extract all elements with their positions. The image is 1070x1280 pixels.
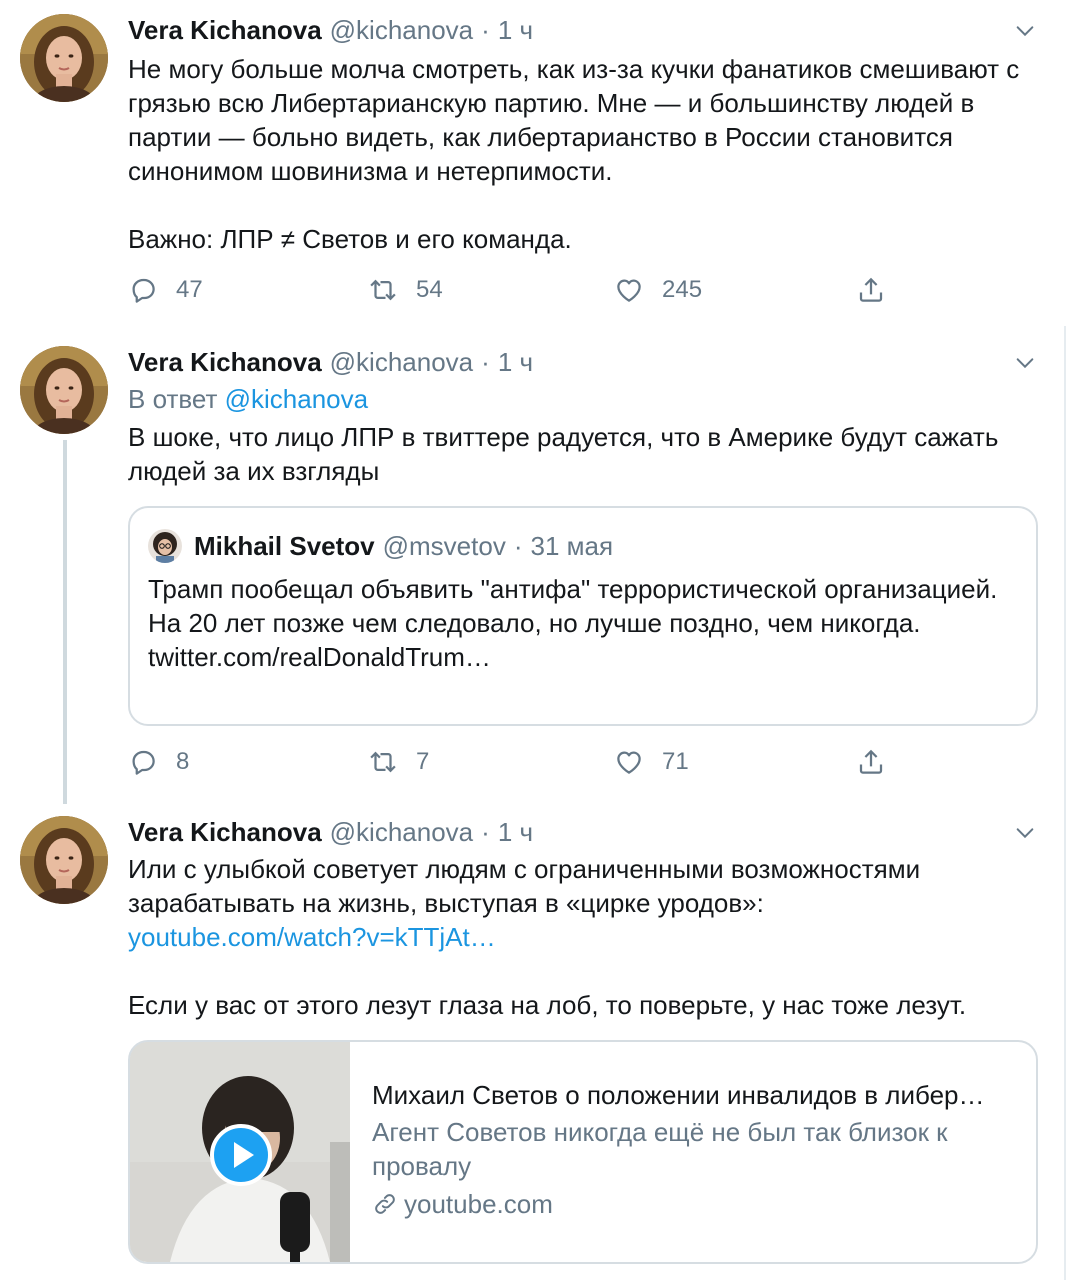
share-button[interactable] xyxy=(856,742,886,782)
card-title: Михаил Светов о положении инвалидов в ли… xyxy=(372,1080,985,1110)
reply-count: 8 xyxy=(176,748,190,775)
quote-author-handle[interactable]: @msvetov xyxy=(383,531,506,562)
share-icon xyxy=(856,275,886,305)
author-handle[interactable]: @kichanova xyxy=(330,347,473,378)
retweet-count: 7 xyxy=(416,748,430,775)
tweet-actions: 47 54 245 xyxy=(128,270,908,310)
quote-header: Mikhail Svetov @msvetov · 31 мая xyxy=(148,528,613,564)
separator: · xyxy=(481,816,490,847)
play-icon[interactable] xyxy=(210,1124,272,1186)
heart-icon xyxy=(614,275,644,305)
retweet-button[interactable]: 7 xyxy=(368,742,429,782)
retweet-icon xyxy=(368,747,398,777)
like-button[interactable]: 245 xyxy=(614,270,702,310)
reply-prefix: В ответ xyxy=(128,384,218,414)
tweet[interactable]: Vera Kichanova @kichanova · 1 ч Или с ул… xyxy=(0,802,1070,1280)
tweet-header: Vera Kichanova @kichanova · 1 ч xyxy=(128,344,533,380)
card-domain-text: youtube.com xyxy=(404,1189,553,1219)
card-domain: youtube.com xyxy=(372,1187,1022,1221)
card-description: Агент Советов никогда ещё не был так бли… xyxy=(372,1117,948,1181)
quote-body: Трамп пообещал объявить "антифа" террори… xyxy=(148,574,998,638)
timestamp[interactable]: 1 ч xyxy=(498,817,533,848)
thread-line xyxy=(63,440,67,804)
quote-author-name[interactable]: Mikhail Svetov xyxy=(194,531,375,562)
retweet-button[interactable]: 54 xyxy=(368,270,443,310)
chevron-down-icon[interactable] xyxy=(1014,352,1036,374)
quote-timestamp[interactable]: 31 мая xyxy=(531,531,614,562)
author-name[interactable]: Vera Kichanova xyxy=(128,817,322,848)
card-body: Михаил Светов о положении инвалидов в ли… xyxy=(372,1078,1022,1221)
separator: · xyxy=(481,14,490,45)
like-button[interactable]: 71 xyxy=(614,742,689,782)
tweet-text: Или с улыбкой советует людям с ограничен… xyxy=(128,852,1038,1022)
quoted-tweet[interactable]: Mikhail Svetov @msvetov · 31 мая Трамп п… xyxy=(128,506,1038,726)
link-icon xyxy=(375,1194,395,1214)
retweet-icon xyxy=(368,275,398,305)
chevron-down-icon[interactable] xyxy=(1014,20,1036,42)
author-handle[interactable]: @kichanova xyxy=(330,817,473,848)
speech-bubble-icon xyxy=(128,275,158,305)
tweet-text: Не могу больше молча смотреть, как из-за… xyxy=(128,52,1038,256)
avatar[interactable] xyxy=(20,346,108,434)
reply-count: 47 xyxy=(176,276,203,303)
timestamp[interactable]: 1 ч xyxy=(498,347,533,378)
author-handle[interactable]: @kichanova xyxy=(330,15,473,46)
tweet-paragraph: Или с улыбкой советует людям с ограничен… xyxy=(128,854,921,918)
retweet-count: 54 xyxy=(416,276,443,303)
separator: · xyxy=(513,530,523,561)
share-button[interactable] xyxy=(856,270,886,310)
avatar[interactable] xyxy=(20,816,108,904)
share-icon xyxy=(856,747,886,777)
quote-text: Трамп пообещал объявить "антифа" террори… xyxy=(148,572,1018,674)
quote-link[interactable]: twitter.com/realDonaldTrum… xyxy=(148,640,1018,674)
like-count: 245 xyxy=(662,276,703,303)
tweet-paragraph: Важно: ЛПР ≠ Светов и его команда. xyxy=(128,224,572,254)
avatar[interactable] xyxy=(20,14,108,102)
reply-button[interactable]: 47 xyxy=(128,270,203,310)
card-thumbnail[interactable] xyxy=(130,1042,350,1262)
link-card[interactable]: Михаил Светов о положении инвалидов в ли… xyxy=(128,1040,1038,1264)
author-name[interactable]: Vera Kichanova xyxy=(128,347,322,378)
tweet-text: В шоке, что лицо ЛПР в твиттере радуется… xyxy=(128,420,1038,488)
timestamp[interactable]: 1 ч xyxy=(498,15,533,46)
tweet[interactable]: Vera Kichanova @kichanova · 1 ч В ответ … xyxy=(0,332,1070,804)
avatar[interactable] xyxy=(148,529,182,563)
reply-to-link[interactable]: @kichanova xyxy=(225,384,368,414)
reply-button[interactable]: 8 xyxy=(128,742,189,782)
tweet-paragraph: Если у вас от этого лезут глаза на лоб, … xyxy=(128,990,967,1020)
chevron-down-icon[interactable] xyxy=(1014,822,1036,844)
tweet-header: Vera Kichanova @kichanova · 1 ч xyxy=(128,12,533,48)
tweet[interactable]: Vera Kichanova @kichanova · 1 ч Не могу … xyxy=(0,0,1070,330)
speech-bubble-icon xyxy=(128,747,158,777)
reply-context: В ответ @kichanova xyxy=(128,382,368,416)
tweet-actions: 8 7 71 xyxy=(128,742,908,782)
tweet-link[interactable]: youtube.com/watch?v=kTTjAt… xyxy=(128,922,496,952)
heart-icon xyxy=(614,747,644,777)
like-count: 71 xyxy=(662,748,689,775)
tweet-paragraph: В шоке, что лицо ЛПР в твиттере радуется… xyxy=(128,422,999,486)
author-name[interactable]: Vera Kichanova xyxy=(128,15,322,46)
tweet-header: Vera Kichanova @kichanova · 1 ч xyxy=(128,814,533,850)
tweet-paragraph: Не могу больше молча смотреть, как из-за… xyxy=(128,54,1020,186)
separator: · xyxy=(481,346,490,377)
